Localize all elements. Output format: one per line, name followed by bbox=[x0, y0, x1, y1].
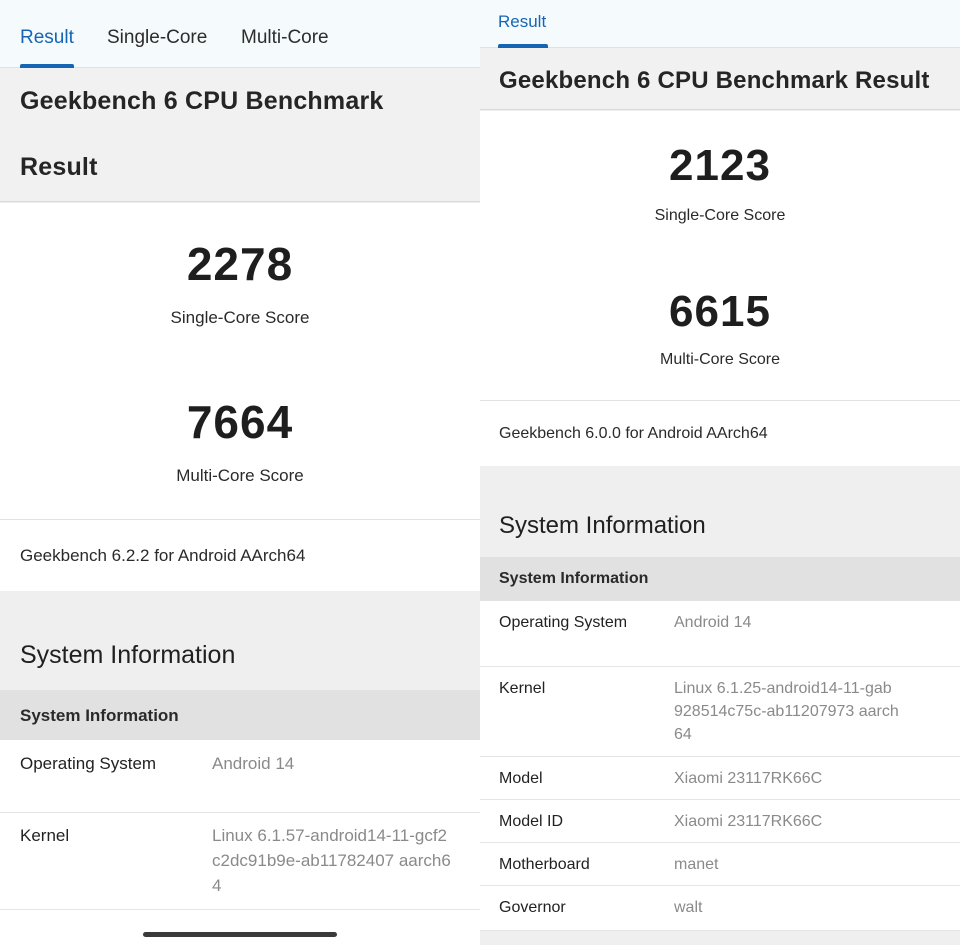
tab-single-core-label: Single-Core bbox=[107, 27, 208, 48]
tab-result[interactable]: Result bbox=[20, 27, 74, 68]
info-value: Android 14 bbox=[674, 614, 752, 631]
score-card: 2123 Single-Core Score 6615 Multi-Core S… bbox=[480, 111, 960, 466]
info-row-model: Model Xiaomi 23117RK66C bbox=[480, 757, 960, 800]
info-row-governor: Governor walt bbox=[480, 886, 960, 931]
info-value: Xiaomi 23117RK66C bbox=[674, 770, 823, 787]
sub-header-label: System Information bbox=[499, 570, 649, 587]
tab-bar: Result bbox=[480, 0, 960, 48]
version-text: Geekbench 6.2.2 for Android AArch64 bbox=[20, 546, 306, 565]
version-row: Geekbench 6.0.0 for Android AArch64 bbox=[480, 400, 960, 466]
info-row-model-id: Model ID Xiaomi 23117RK66C bbox=[480, 800, 960, 843]
info-row-motherboard: Motherboard manet bbox=[480, 843, 960, 886]
home-indicator[interactable] bbox=[143, 932, 337, 937]
single-core-score: 2123 bbox=[669, 141, 771, 190]
info-label: Operating System bbox=[499, 614, 628, 631]
page-title-line2: Result bbox=[20, 153, 98, 181]
tab-result-label: Result bbox=[498, 12, 547, 31]
info-label: Operating System bbox=[20, 754, 157, 773]
info-value: walt bbox=[674, 899, 703, 916]
info-row-operating-system: Operating System Android 14 bbox=[0, 740, 480, 813]
info-row-kernel: Kernel Linux 6.1.25-android14-11-gab9285… bbox=[480, 667, 960, 757]
info-label: Governor bbox=[499, 899, 566, 916]
tab-multi-core-label: Multi-Core bbox=[241, 27, 329, 48]
sub-header: System Information bbox=[480, 557, 960, 601]
section-title: System Information bbox=[499, 512, 706, 539]
bottom-area bbox=[0, 910, 480, 945]
version-text: Geekbench 6.0.0 for Android AArch64 bbox=[499, 425, 768, 442]
info-label: Model ID bbox=[499, 813, 564, 830]
info-value: manet bbox=[674, 856, 719, 873]
info-label: Motherboard bbox=[499, 856, 590, 873]
info-label: Kernel bbox=[20, 826, 70, 845]
info-value: Linux 6.1.57-android14-11-gcf2c2dc91b9e-… bbox=[212, 826, 451, 895]
right-screenshot: Result Geekbench 6 CPU Benchmark Result … bbox=[480, 0, 960, 945]
page-title-line1: Geekbench 6 CPU Benchmark bbox=[20, 87, 384, 115]
multi-core-score: 6615 bbox=[669, 287, 771, 336]
info-value: Xiaomi 23117RK66C bbox=[674, 813, 823, 830]
tab-result[interactable]: Result bbox=[498, 12, 549, 48]
info-value: Linux 6.1.25-android14-11-gab928514c75c-… bbox=[674, 680, 899, 743]
sub-header-label: System Information bbox=[20, 706, 179, 725]
page-title: Geekbench 6 CPU Benchmark Result bbox=[499, 67, 930, 94]
multi-core-label: Multi-Core Score bbox=[659, 351, 781, 368]
single-core-score: 2278 bbox=[186, 238, 294, 290]
info-label: Model bbox=[499, 770, 543, 787]
multi-core-score: 7664 bbox=[186, 396, 294, 448]
single-core-label: Single-Core Score bbox=[170, 308, 310, 327]
sub-header: System Information bbox=[0, 690, 480, 740]
tab-multi-core[interactable]: Multi-Core bbox=[241, 27, 329, 49]
tab-single-core[interactable]: Single-Core bbox=[107, 27, 207, 49]
section-title: System Information bbox=[20, 641, 236, 669]
tab-bar: Result Single-Core Multi-Core bbox=[0, 0, 480, 68]
title-band: Geekbench 6 CPU Benchmark Result bbox=[480, 48, 960, 110]
info-value: Android 14 bbox=[212, 754, 295, 773]
version-row: Geekbench 6.2.2 for Android AArch64 bbox=[0, 519, 480, 591]
info-row-kernel: Kernel Linux 6.1.57-android14-11-gcf2c2d… bbox=[0, 813, 480, 910]
score-card: 2278 Single-Core Score 7664 Multi-Core S… bbox=[0, 203, 480, 591]
info-row-operating-system: Operating System Android 14 bbox=[480, 601, 960, 667]
info-label: Kernel bbox=[499, 680, 546, 697]
tab-result-label: Result bbox=[20, 27, 74, 48]
multi-core-label: Multi-Core Score bbox=[176, 466, 304, 485]
single-core-label: Single-Core Score bbox=[654, 207, 786, 224]
title-band: Geekbench 6 CPU Benchmark Result bbox=[0, 68, 480, 202]
left-screenshot: Result Single-Core Multi-Core Geekbench … bbox=[0, 0, 480, 945]
